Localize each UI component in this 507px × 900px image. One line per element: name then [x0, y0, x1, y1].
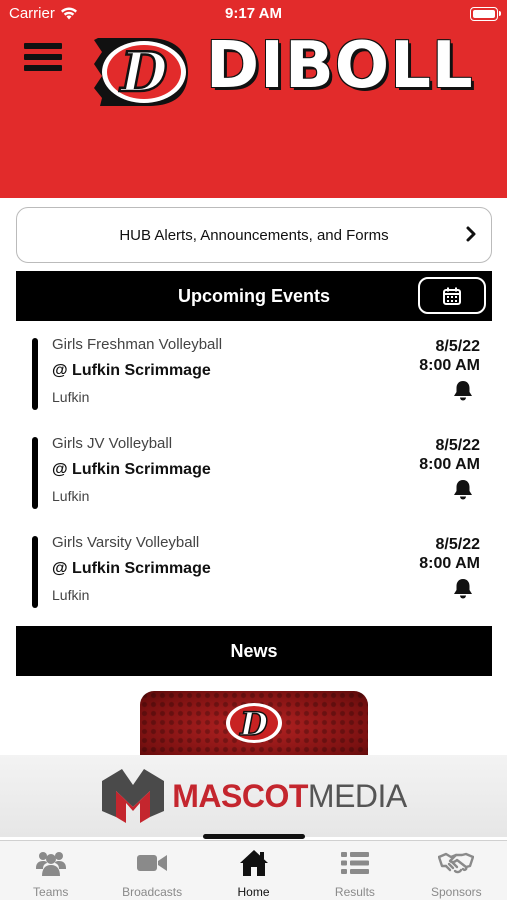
tab-bar: Teams Broadcasts Home Results Sponsors: [0, 840, 507, 900]
news-logo-letter: D: [239, 705, 268, 743]
users-icon: [35, 852, 66, 876]
event-time: 8:00 AM: [419, 456, 480, 473]
sponsor-name: MASCOTMEDIA: [172, 778, 407, 815]
tab-teams[interactable]: Teams: [0, 841, 101, 900]
event-opponent: @ Lufkin Scrimmage: [52, 560, 211, 577]
diboll-d-logo: D: [94, 38, 188, 106]
video-camera-icon: [137, 855, 168, 871]
tab-results[interactable]: Results: [304, 841, 405, 900]
home-icon: [239, 850, 268, 876]
tab-label: Broadcasts: [122, 885, 183, 899]
event-sport: Girls Varsity Volleyball: [52, 534, 200, 551]
menu-icon-line: [24, 43, 62, 49]
event-item[interactable]: Girls Freshman Volleyball @ Lufkin Scrim…: [16, 336, 492, 428]
tab-broadcasts[interactable]: Broadcasts: [101, 841, 202, 900]
app-header: Carrier 9:17 AM D DIBOLL: [0, 0, 507, 198]
status-time: 9:17 AM: [225, 5, 282, 22]
sponsor-name-part2: MEDIA: [307, 777, 407, 814]
event-opponent: @ Lufkin Scrimmage: [52, 461, 211, 478]
list-icon: [340, 852, 369, 874]
event-date: 8/5/22: [435, 437, 480, 454]
upcoming-events-header: Upcoming Events: [16, 271, 492, 321]
event-date: 8/5/22: [435, 536, 480, 553]
battery-icon: [470, 7, 501, 21]
sponsor-name-part1: MASCOT: [172, 777, 308, 814]
tab-home[interactable]: Home: [203, 841, 304, 900]
event-date: 8/5/22: [435, 338, 480, 355]
news-image[interactable]: D: [140, 691, 368, 761]
tab-label: Teams: [33, 885, 69, 899]
tab-label: Results: [334, 885, 375, 899]
event-item[interactable]: Girls Varsity Volleyball @ Lufkin Scrimm…: [16, 534, 492, 626]
event-time: 8:00 AM: [419, 357, 480, 374]
news-title: News: [230, 640, 278, 661]
event-location: Lufkin: [52, 389, 90, 405]
sponsor-banner[interactable]: MASCOTMEDIA: [0, 755, 507, 837]
brand-title: DIBOLL: [206, 29, 474, 103]
event-divider-bar: [32, 338, 38, 410]
calendar-button[interactable]: [418, 277, 486, 314]
event-location: Lufkin: [52, 488, 90, 504]
event-divider-bar: [32, 437, 38, 509]
status-bar: Carrier 9:17 AM: [0, 0, 507, 28]
home-indicator: [203, 834, 305, 839]
upcoming-events-title: Upcoming Events: [177, 285, 331, 306]
news-d-logo: D: [226, 703, 282, 744]
bell-icon[interactable]: [452, 478, 474, 500]
logo-letter: D: [119, 40, 168, 104]
event-item[interactable]: Girls JV Volleyball @ Lufkin Scrimmage L…: [16, 435, 492, 527]
event-sport: Girls JV Volleyball: [52, 435, 173, 452]
hub-alerts-label: HUB Alerts, Announcements, and Forms: [119, 226, 389, 244]
bell-icon[interactable]: [452, 577, 474, 599]
mascot-media-logo-icon: [102, 769, 165, 823]
chevron-right-icon: [466, 226, 476, 242]
tab-label: Home: [237, 885, 270, 899]
event-opponent: @ Lufkin Scrimmage: [52, 362, 211, 379]
handshake-icon: [438, 852, 475, 874]
tab-sponsors[interactable]: Sponsors: [406, 841, 507, 900]
event-location: Lufkin: [52, 587, 90, 603]
menu-button[interactable]: [24, 43, 62, 75]
hub-alerts-button[interactable]: HUB Alerts, Announcements, and Forms: [16, 207, 492, 263]
tab-label: Sponsors: [430, 885, 482, 899]
event-divider-bar: [32, 536, 38, 608]
event-time: 8:00 AM: [419, 555, 480, 572]
event-sport: Girls Freshman Volleyball: [52, 336, 223, 353]
news-header: News: [16, 626, 492, 676]
calendar-icon: [443, 287, 461, 305]
bell-icon[interactable]: [452, 379, 474, 401]
